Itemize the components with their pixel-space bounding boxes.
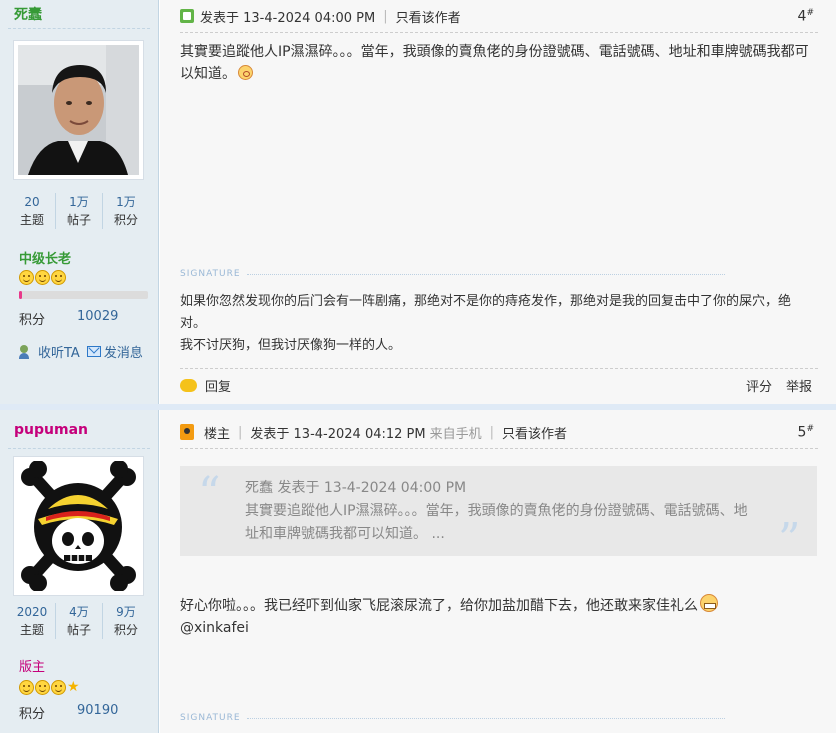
avatar-image bbox=[18, 45, 139, 175]
close-quote-icon: ” bbox=[778, 514, 801, 565]
signature: 如果你忽然发现你的后门会有一阵剧痛，那绝对不是你的痔疮发作，那绝对是我的回复击中… bbox=[180, 294, 792, 353]
post-content: 发表于 13-4-2024 04:00 PM | 只看该作者 4# 其實要追蹤他… bbox=[160, 0, 836, 404]
level-progress-bar bbox=[19, 291, 148, 299]
divider bbox=[180, 32, 818, 33]
report-button[interactable]: 举报 bbox=[786, 376, 812, 395]
device-label: 来自手机 bbox=[429, 426, 482, 442]
divider bbox=[180, 448, 818, 449]
emoticon-icon bbox=[700, 594, 718, 612]
divider bbox=[8, 448, 150, 449]
stat-threads[interactable]: 20 主题 bbox=[9, 193, 55, 229]
stat-credits[interactable]: 9万 积分 bbox=[102, 603, 149, 639]
user-rank: 中级长老 bbox=[19, 252, 72, 267]
author-stats: 20 主题 1万 帖子 1万 积分 bbox=[9, 193, 149, 229]
level-icons bbox=[19, 270, 66, 285]
post-date: 发表于 13-4-2024 04:12 PM bbox=[250, 426, 426, 442]
avatar[interactable] bbox=[13, 456, 144, 596]
smiley-level-icon bbox=[19, 270, 34, 285]
floor-number[interactable]: 5# bbox=[798, 424, 814, 441]
post-footer: 回复 评分 举报 bbox=[180, 376, 812, 395]
thread-starter-icon bbox=[180, 424, 194, 440]
open-quote-icon: “ bbox=[198, 468, 221, 519]
floor-number[interactable]: 4# bbox=[798, 8, 814, 25]
quote-block: “ 死蠢 发表于 13-4-2024 04:00 PM 其實要追蹤他人IP濕濕碎… bbox=[180, 466, 817, 562]
signature-label: SIGNATURE bbox=[180, 713, 725, 723]
user-rank: 版主 bbox=[19, 660, 46, 675]
follow-icon[interactable] bbox=[19, 344, 35, 359]
post-floor-4: 死蠢 20 主题 1万 帖子 1万 积分 中级长老 积分 10029 收听TA … bbox=[0, 0, 836, 404]
post-floor-5: pupuman 2020 主题 4万 帖子 9万 积分 版主 ★ 积分 9019… bbox=[0, 410, 836, 733]
points-row: 积分 90190 bbox=[19, 703, 119, 722]
post-header: 发表于 13-4-2024 04:00 PM | 只看该作者 4# bbox=[180, 6, 814, 26]
only-author-link[interactable]: 只看该作者 bbox=[502, 423, 567, 442]
stat-posts[interactable]: 4万 帖子 bbox=[55, 603, 102, 639]
author-sidebar: pupuman 2020 主题 4万 帖子 9万 积分 版主 ★ 积分 9019… bbox=[0, 410, 159, 733]
level-icons: ★ bbox=[19, 680, 80, 695]
post-body: 好心你啦。。。我已经吓到仙家飞屁滚尿流了，给你加盐加醋下去，他还敢来家佳礼么 @… bbox=[180, 594, 814, 639]
rate-button[interactable]: 评分 bbox=[746, 376, 772, 395]
post-content: 楼主 | 发表于 13-4-2024 04:12 PM 来自手机 | 只看该作者… bbox=[160, 410, 836, 733]
only-author-link[interactable]: 只看该作者 bbox=[396, 7, 461, 26]
post-header: 楼主 | 发表于 13-4-2024 04:12 PM 来自手机 | 只看该作者… bbox=[180, 422, 814, 442]
reply-button[interactable]: 回复 bbox=[205, 376, 231, 395]
smiley-level-icon bbox=[51, 680, 66, 695]
divider bbox=[8, 28, 150, 29]
author-stats: 2020 主题 4万 帖子 9万 积分 bbox=[9, 603, 149, 639]
divider bbox=[180, 368, 818, 369]
author-name[interactable]: 死蠢 bbox=[14, 4, 42, 24]
mail-icon[interactable] bbox=[86, 346, 101, 357]
smiley-level-icon bbox=[35, 270, 50, 285]
reply-icon[interactable] bbox=[180, 379, 197, 392]
quote-text: 死蠢 发表于 13-4-2024 04:00 PM 其實要追蹤他人IP濕濕碎。。… bbox=[245, 477, 755, 546]
avatar-image bbox=[18, 460, 139, 592]
online-status-icon bbox=[180, 9, 194, 23]
post-date: 发表于 13-4-2024 04:00 PM bbox=[200, 10, 376, 26]
stat-threads[interactable]: 2020 主题 bbox=[9, 603, 55, 639]
avatar[interactable] bbox=[13, 40, 144, 180]
signature-label: SIGNATURE bbox=[180, 269, 725, 279]
points-row: 积分 10029 bbox=[19, 309, 119, 328]
smiley-level-icon bbox=[51, 270, 66, 285]
quote-header[interactable]: 死蠢 发表于 13-4-2024 04:00 PM bbox=[245, 477, 755, 500]
author-name[interactable]: pupuman bbox=[14, 422, 88, 438]
smiley-level-icon bbox=[19, 680, 34, 695]
post-body: 其實要追蹤他人IP濕濕碎。。。當年，我頭像的賣魚佬的身份證號碼、電話號碼、地址和… bbox=[180, 44, 809, 82]
quote-body: 其實要追蹤他人IP濕濕碎。。。當年，我頭像的賣魚佬的身份證號碼、電話號碼、地址和… bbox=[245, 503, 748, 542]
star-level-icon: ★ bbox=[67, 679, 80, 695]
author-sidebar: 死蠢 20 主题 1万 帖子 1万 积分 中级长老 积分 10029 收听TA … bbox=[0, 0, 159, 404]
op-badge: 楼主 bbox=[204, 426, 231, 442]
follow-link[interactable]: 收听TA bbox=[38, 342, 80, 361]
emoticon-icon bbox=[238, 65, 253, 80]
smiley-level-icon bbox=[35, 680, 50, 695]
message-link[interactable]: 发消息 bbox=[104, 342, 143, 361]
stat-credits[interactable]: 1万 积分 bbox=[102, 193, 149, 229]
stat-posts[interactable]: 1万 帖子 bbox=[55, 193, 102, 229]
mention-link[interactable]: @xinkafei bbox=[180, 617, 814, 639]
level-progress-fill bbox=[19, 291, 22, 299]
author-actions: 收听TA 发消息 bbox=[19, 342, 143, 361]
